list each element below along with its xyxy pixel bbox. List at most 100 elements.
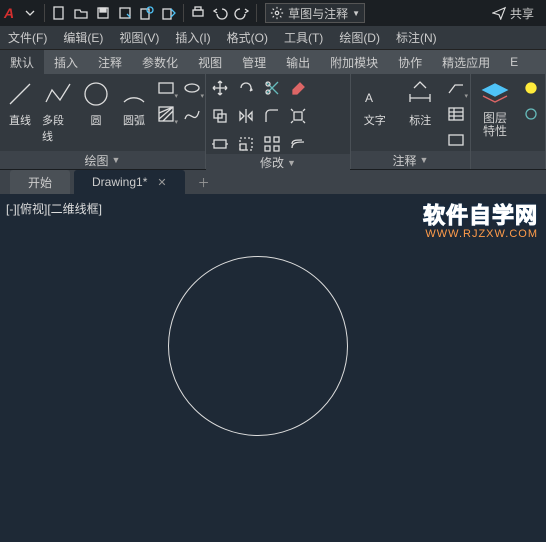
line-tool[interactable]: 直线 [4,78,36,128]
explode-tool[interactable] [288,106,308,126]
tab-drawing1[interactable]: Drawing1* ✕ [74,170,185,194]
panel-title[interactable]: 绘图▼ [0,151,205,169]
tab-output[interactable]: 输出 [276,50,320,74]
menu-format[interactable]: 格式(O) [219,26,276,50]
polyline-tool[interactable]: 多段线 [42,78,74,144]
text-tool[interactable]: A 文字 [355,78,395,128]
menu-label: 视图(V) [119,29,159,46]
menu-insert[interactable]: 插入(I) [167,26,218,50]
tab-view[interactable]: 视图 [188,50,232,74]
panel-title[interactable]: 修改▼ [206,154,350,171]
close-icon[interactable]: ✕ [157,176,166,189]
annotation-tool[interactable] [446,130,466,150]
rotate-tool[interactable] [236,78,256,98]
gear-icon [270,6,284,20]
web-open-icon[interactable] [137,3,157,23]
tab-manage[interactable]: 管理 [232,50,276,74]
web-save-icon[interactable] [159,3,179,23]
menu-tools[interactable]: 工具(T) [276,26,331,50]
ellipse-tool[interactable]: ▾ [182,78,202,98]
spline-tool[interactable] [182,104,202,124]
tab-start[interactable]: 开始 [10,170,70,194]
menu-dropdown-icon[interactable] [20,3,40,23]
tab-annotate[interactable]: 注释 [88,50,132,74]
ribbon-tab-bar: 默认 插入 注释 参数化 视图 管理 输出 附加模块 协作 精选应用 E [0,50,546,74]
tab-express[interactable]: E [500,50,528,74]
watermark-url: WWW.RJZXW.COM [423,228,538,240]
tool-label: 文字 [364,112,386,128]
menu-label: 插入(I) [175,29,210,46]
layer-off-tool[interactable] [521,104,541,124]
stretch-tool[interactable] [210,134,230,154]
fillet-tool[interactable] [262,106,282,126]
trim-tool[interactable] [262,78,282,98]
saveas-icon[interactable] [115,3,135,23]
new-icon[interactable] [49,3,69,23]
tab-collaborate[interactable]: 协作 [388,50,432,74]
tab-label: 协作 [398,54,422,71]
scale-tool[interactable] [236,134,256,154]
ribbon: 直线 多段线 圆 圆弧 ▾ ▾ ▾ [0,74,546,170]
hatch-tool[interactable]: ▾ [156,104,176,124]
share-icon [492,6,506,20]
save-icon[interactable] [93,3,113,23]
layer-properties-tool[interactable]: 图层特性 [475,78,515,138]
menu-label: 标注(N) [396,29,437,46]
arc-icon [118,78,150,110]
menu-label: 格式(O) [227,29,268,46]
menu-view[interactable]: 视图(V) [111,26,167,50]
tab-addins[interactable]: 附加模块 [320,50,388,74]
dimension-tool[interactable]: 标注 [401,78,441,128]
workspace-selector[interactable]: 草图与注释 ▼ [265,3,365,23]
layer-state-tool[interactable] [521,78,541,98]
panel-title[interactable]: 注释▼ [351,151,470,169]
tab-parametric[interactable]: 参数化 [132,50,188,74]
tool-label: 圆 [91,112,102,128]
menu-file[interactable]: 文件(F) [0,26,55,50]
array-tool[interactable] [262,134,282,154]
tab-label: 参数化 [142,54,178,71]
table-tool[interactable] [446,104,466,124]
arc-tool[interactable]: 圆弧 [118,78,150,128]
copy-tool[interactable] [210,106,230,126]
mirror-tool[interactable] [236,106,256,126]
tab-insert[interactable]: 插入 [44,50,88,74]
panel-draw: 直线 多段线 圆 圆弧 ▾ ▾ ▾ [0,74,206,169]
drawing-canvas[interactable]: [-][俯视][二维线框] 软件自学网 WWW.RJZXW.COM [0,194,546,542]
tool-label: 图层 [483,111,507,125]
view-label[interactable]: [-][俯视][二维线框] [6,200,102,217]
layers-icon [479,78,511,110]
new-tab-button[interactable]: ＋ [193,171,215,193]
panel-title[interactable] [471,151,545,169]
drawn-circle[interactable] [168,256,348,436]
share-button[interactable]: 共享 [492,5,542,22]
circle-tool[interactable]: 圆 [80,78,112,128]
plot-icon[interactable] [188,3,208,23]
panel-modify: 修改▼ [206,74,351,169]
erase-tool[interactable] [288,78,308,98]
watermark-title: 软件自学网 [423,198,538,230]
tab-label: 管理 [242,54,266,71]
share-label: 共享 [510,5,534,22]
tab-default[interactable]: 默认 [0,50,44,74]
leader-tool[interactable]: ▾ [446,78,466,98]
tab-label: 插入 [54,54,78,71]
redo-icon[interactable] [232,3,252,23]
tool-label: 特性 [483,124,507,138]
menu-draw[interactable]: 绘图(D) [331,26,388,50]
open-icon[interactable] [71,3,91,23]
line-icon [4,78,36,110]
tab-label: 注释 [98,54,122,71]
menu-dimension[interactable]: 标注(N) [388,26,445,50]
undo-icon[interactable] [210,3,230,23]
menu-label: 绘图(D) [339,29,380,46]
chevron-down-icon: ▼ [287,158,296,168]
rectangle-tool[interactable]: ▾ [156,78,176,98]
tab-featured[interactable]: 精选应用 [432,50,500,74]
menu-label: 编辑(E) [63,29,103,46]
move-tool[interactable] [210,78,230,98]
menu-edit[interactable]: 编辑(E) [55,26,111,50]
tab-label: Drawing1* [92,175,147,189]
menu-label: 文件(F) [8,29,47,46]
offset-tool[interactable] [288,134,308,154]
